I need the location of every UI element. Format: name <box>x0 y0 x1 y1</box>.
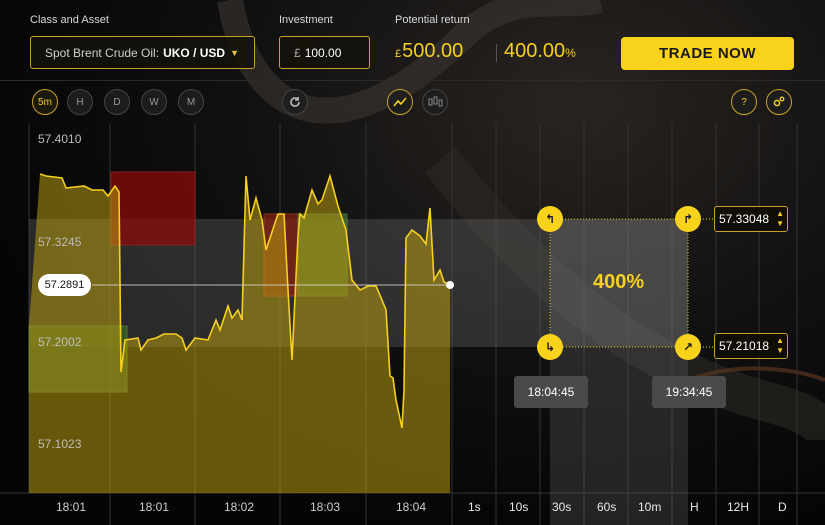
class-asset-label: Class and Asset <box>30 14 109 26</box>
stepper-arrows-icon[interactable]: ▲ ▼ <box>776 336 784 356</box>
drag-handle-icon[interactable]: ↰ <box>537 206 563 232</box>
trade-header: Class and Asset Spot Brent Crude Oil: UK… <box>0 0 825 80</box>
timeframe-10s-button[interactable]: 10s <box>509 500 528 514</box>
timeframe-1s-button[interactable]: 1s <box>468 500 481 514</box>
drag-handle-icon[interactable]: ↗ <box>675 334 701 360</box>
period-day-button[interactable]: D <box>104 89 130 115</box>
lower-price-stepper[interactable]: 57.21018 ▲ ▼ <box>714 333 788 359</box>
stepper-arrows-icon[interactable]: ▲ ▼ <box>776 209 784 229</box>
timeframe-hour-button[interactable]: H <box>690 500 699 514</box>
return-amount: £500.00 <box>395 40 464 62</box>
timeframe-day-button[interactable]: D <box>778 500 787 514</box>
investment-input[interactable]: £ 100.00 <box>279 36 370 69</box>
payout-percent: 400% <box>593 271 645 293</box>
potential-return-label: Potential return <box>395 14 470 26</box>
chevron-down-icon: ▼ <box>230 47 239 58</box>
help-button[interactable]: ? <box>731 89 757 115</box>
upper-price-value: 57.33048 <box>719 212 770 226</box>
timeframe-12h-button[interactable]: 12H <box>727 500 749 514</box>
asset-pair: UKO / USD <box>163 45 226 60</box>
timeframe-30s-button[interactable]: 30s <box>552 500 571 514</box>
investment-value: 100.00 <box>304 45 342 60</box>
asset-prefix: Spot Brent Crude Oil: <box>45 45 160 60</box>
price-chart[interactable] <box>0 123 825 525</box>
y-axis-label: 57.1023 <box>38 437 82 451</box>
start-time-box[interactable]: 18:04:45 <box>514 376 588 408</box>
drag-handle-icon[interactable]: ↱ <box>675 206 701 232</box>
timeframe-60s-button[interactable]: 60s <box>597 500 616 514</box>
lower-price-value: 57.21018 <box>719 339 770 353</box>
y-axis-label: 57.2002 <box>38 335 82 349</box>
period-5m-button[interactable]: 5m <box>32 89 58 115</box>
current-price-badge: 57.2891 <box>38 274 91 296</box>
x-axis-label: 18:03 <box>310 500 341 514</box>
x-axis-label: 18:01 <box>139 500 170 514</box>
drag-handle-icon[interactable]: ↳ <box>537 334 563 360</box>
return-percent: 400.00% <box>504 40 576 62</box>
y-axis-label: 57.3245 <box>38 235 82 249</box>
return-currency: £ <box>395 48 402 60</box>
refresh-icon[interactable] <box>282 89 308 115</box>
x-axis-label: 18:04 <box>396 500 427 514</box>
period-hour-button[interactable]: H <box>67 89 93 115</box>
upper-price-stepper[interactable]: 57.33048 ▲ ▼ <box>714 206 788 232</box>
line-chart-icon[interactable] <box>387 89 413 115</box>
timeframe-10m-button[interactable]: 10m <box>638 500 661 514</box>
y-axis-label: 57.4010 <box>38 132 82 146</box>
period-month-button[interactable]: M <box>178 89 204 115</box>
asset-select[interactable]: Spot Brent Crude Oil: UKO / USD ▼ <box>30 36 255 69</box>
header-divider <box>0 80 825 81</box>
x-axis-label: 18:02 <box>224 500 255 514</box>
x-axis-label: 18:01 <box>56 500 87 514</box>
investment-currency: £ <box>294 45 301 60</box>
trade-now-button[interactable]: TRADE NOW <box>621 37 794 70</box>
candlestick-icon[interactable] <box>422 89 448 115</box>
return-divider <box>496 44 497 62</box>
investment-label: Investment <box>279 14 333 26</box>
gears-icon[interactable] <box>766 89 792 115</box>
period-week-button[interactable]: W <box>141 89 167 115</box>
end-time-box[interactable]: 19:34:45 <box>652 376 726 408</box>
